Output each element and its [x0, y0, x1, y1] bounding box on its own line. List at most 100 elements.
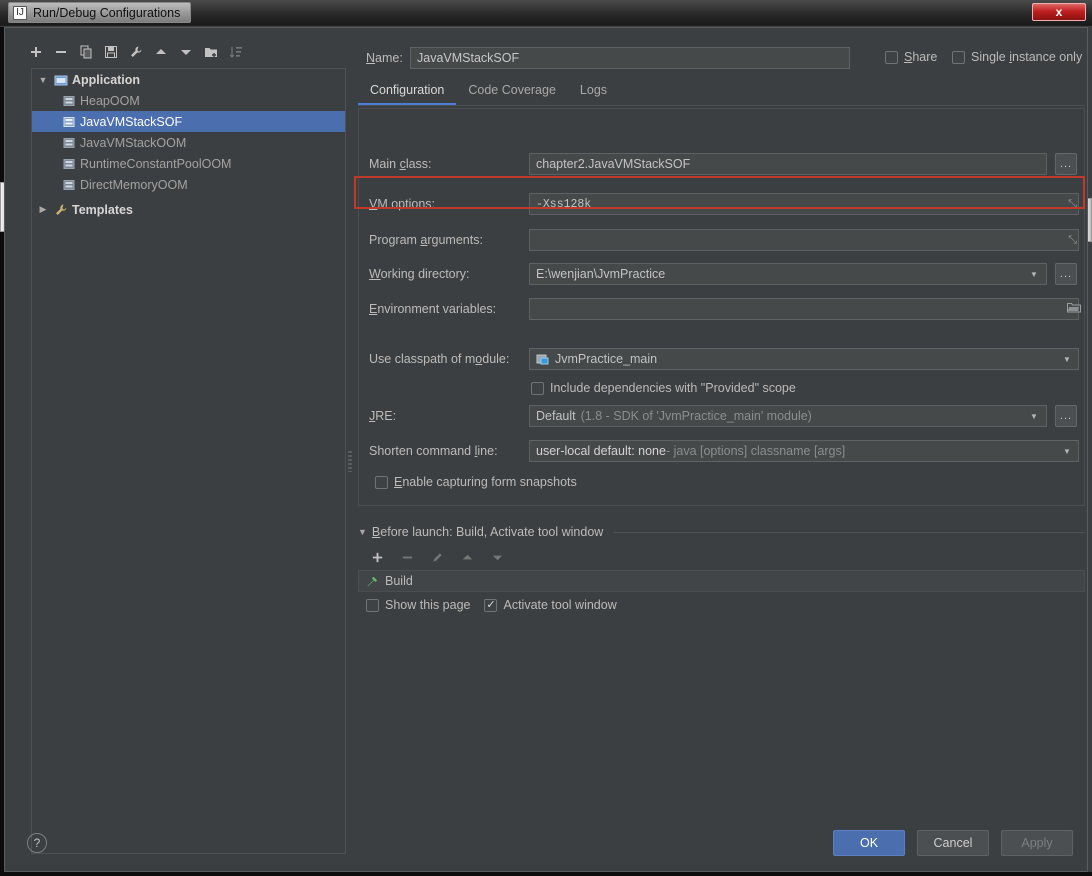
run-config-icon — [63, 158, 75, 169]
remove-configuration-button[interactable] — [50, 41, 72, 63]
checkbox-box[interactable] — [375, 475, 388, 489]
section-divider — [614, 531, 1085, 533]
show-this-page-label: Show this page — [385, 598, 471, 612]
before-launch-title: Before launch: Build, Activate tool wind… — [371, 525, 604, 539]
sort-configurations-button[interactable] — [225, 41, 247, 63]
use-classpath-dropdown-icon[interactable]: ▼ — [1057, 349, 1077, 369]
name-input[interactable] — [410, 47, 850, 69]
task-move-up-button[interactable] — [456, 546, 478, 568]
before-launch-task-row[interactable]: Build — [358, 570, 1085, 592]
configuration-editor-panel: Name: Share Single instance only Configu… — [354, 36, 1085, 836]
working-directory-label: Working directory: — [369, 267, 470, 281]
shorten-command-line-value: user-local default: none — [536, 444, 666, 458]
cancel-button[interactable]: Cancel — [917, 830, 989, 856]
checkbox-box[interactable] — [484, 598, 498, 612]
tree-item-directmemoryoom[interactable]: DirectMemoryOOM — [32, 174, 345, 195]
run-config-icon — [63, 116, 75, 127]
enable-capturing-label: Enable capturing form snapshots — [394, 475, 577, 489]
dialog-frame: ▼ Application HeapOOM JavaVMStackSOF Jav… — [4, 27, 1088, 872]
edit-templates-button[interactable] — [125, 41, 147, 63]
vm-options-expand-icon[interactable]: ⤡ — [1066, 198, 1079, 211]
single-instance-checkbox[interactable]: Single instance only — [952, 50, 1082, 64]
use-classpath-row: Use classpath of module: JvmPractice_mai… — [359, 348, 1086, 372]
ok-button[interactable]: OK — [833, 830, 905, 856]
use-classpath-combo[interactable]: JvmPractice_main — [529, 348, 1079, 370]
jre-row: JRE: Default (1.8 - SDK of 'JvmPractice_… — [359, 405, 1086, 429]
configurations-tree[interactable]: ▼ Application HeapOOM JavaVMStackSOF Jav… — [31, 68, 346, 854]
shorten-command-line-combo[interactable]: user-local default: none - java [options… — [529, 440, 1079, 462]
activate-tool-window-label: Activate tool window — [503, 598, 617, 612]
chevron-right-icon[interactable]: ▶ — [36, 204, 50, 215]
window-title: IJ Run/Debug Configurations — [8, 2, 192, 23]
tab-code-coverage[interactable]: Code Coverage — [456, 81, 568, 105]
program-arguments-input[interactable] — [529, 229, 1079, 251]
tab-configuration[interactable]: Configuration — [358, 81, 457, 105]
tree-item-heapoom[interactable]: HeapOOM — [32, 90, 345, 111]
shorten-command-line-dropdown-icon[interactable]: ▼ — [1057, 441, 1077, 461]
share-label: Share — [904, 50, 938, 64]
tab-logs[interactable]: Logs — [568, 81, 619, 105]
configurations-toolbar — [25, 40, 340, 64]
editor-tabs: Configuration Code Coverage Logs — [358, 80, 1085, 106]
chevron-down-icon[interactable]: ▼ — [358, 527, 367, 537]
move-into-folder-button[interactable] — [200, 41, 222, 63]
use-classpath-label: Use classpath of module: — [369, 352, 510, 366]
working-directory-input[interactable]: E:\wenjian\JvmPractice — [529, 263, 1047, 285]
shorten-command-line-suffix: - java [options] classname [args] — [665, 444, 846, 458]
include-provided-label: Include dependencies with "Provided" sco… — [550, 381, 796, 395]
checkbox-box[interactable] — [531, 381, 544, 395]
main-class-label: Main class: — [369, 157, 432, 171]
splitter-handle-icon — [348, 450, 352, 472]
tree-item-runtimeconstantpooloom[interactable]: RuntimeConstantPoolOOM — [32, 153, 345, 174]
jre-browse-button[interactable]: ... — [1055, 405, 1077, 427]
shorten-command-line-label: Shorten command line: — [369, 444, 498, 458]
tree-item-application[interactable]: ▼ Application — [32, 69, 345, 90]
window-titlebar: IJ Run/Debug Configurations x — [0, 0, 1092, 26]
include-provided-checkbox[interactable]: Include dependencies with "Provided" sco… — [531, 381, 796, 395]
working-directory-dropdown-icon[interactable]: ▼ — [1024, 264, 1044, 284]
use-classpath-value: JvmPractice_main — [555, 352, 658, 366]
move-up-button[interactable] — [150, 41, 172, 63]
move-down-button[interactable] — [175, 41, 197, 63]
jre-combo[interactable]: Default (1.8 - SDK of 'JvmPractice_main'… — [529, 405, 1047, 427]
run-config-icon — [63, 95, 75, 106]
vm-options-input[interactable]: -Xss128k — [529, 193, 1079, 215]
remove-task-button[interactable] — [396, 546, 418, 568]
share-checkbox[interactable]: Share — [885, 50, 937, 64]
environment-variables-input[interactable] — [529, 298, 1079, 320]
single-instance-label: Single instance only — [971, 50, 1083, 64]
task-move-down-button[interactable] — [486, 546, 508, 568]
panel-splitter[interactable] — [346, 68, 354, 854]
folder-icon[interactable] — [1067, 302, 1081, 314]
help-button[interactable]: ? — [27, 833, 47, 853]
main-class-input[interactable]: chapter2.JavaVMStackSOF — [529, 153, 1047, 175]
enable-capturing-checkbox[interactable]: Enable capturing form snapshots — [375, 475, 577, 489]
window-title-text: Run/Debug Configurations — [33, 5, 181, 20]
close-icon[interactable]: x — [1032, 3, 1086, 21]
copy-configuration-button[interactable] — [75, 41, 97, 63]
chevron-down-icon[interactable]: ▼ — [36, 75, 50, 85]
edit-task-button[interactable] — [426, 546, 448, 568]
add-task-button[interactable] — [366, 546, 388, 568]
activate-tool-window-checkbox[interactable]: Activate tool window — [484, 598, 617, 612]
add-configuration-button[interactable] — [25, 41, 47, 63]
tree-item-templates[interactable]: ▶ Templates — [32, 199, 345, 220]
build-hammer-icon — [367, 576, 378, 587]
tree-item-label: Templates — [72, 202, 133, 217]
before-launch-header: ▼ Before launch: Build, Activate tool wi… — [358, 522, 1085, 542]
checkbox-box[interactable] — [952, 50, 965, 64]
jre-hint: (1.8 - SDK of 'JvmPractice_main' module) — [580, 409, 812, 423]
jre-dropdown-icon[interactable]: ▼ — [1024, 406, 1044, 426]
apply-button[interactable]: Apply — [1001, 830, 1073, 856]
checkbox-box[interactable] — [366, 598, 379, 612]
checkbox-box[interactable] — [885, 50, 898, 64]
tree-item-javavmstackoom[interactable]: JavaVMStackOOM — [32, 132, 345, 153]
tree-item-javavmstacksof[interactable]: JavaVMStackSOF — [32, 111, 345, 132]
show-this-page-checkbox[interactable]: Show this page — [366, 598, 470, 612]
working-directory-browse-button[interactable]: ... — [1055, 263, 1077, 285]
main-class-browse-button[interactable]: ... — [1055, 153, 1077, 175]
save-configuration-button[interactable] — [100, 41, 122, 63]
tree-item-label: JavaVMStackSOF — [80, 114, 183, 129]
run-debug-configurations-dialog: IJ Run/Debug Configurations x ▼ Applicat… — [0, 0, 1092, 876]
program-arguments-expand-icon[interactable]: ⤡ — [1066, 234, 1079, 247]
